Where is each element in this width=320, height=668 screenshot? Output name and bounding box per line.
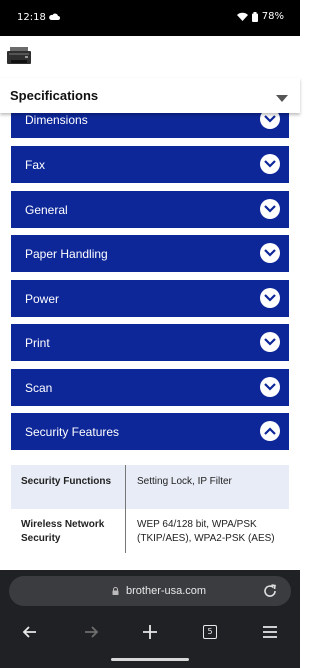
panel-label: General	[25, 203, 68, 217]
forward-arrow-icon[interactable]	[79, 620, 103, 644]
caret-down-icon[interactable]	[276, 95, 288, 102]
browser-toolbar: brother-usa.com 5	[0, 570, 300, 668]
printer-icon[interactable]	[7, 46, 31, 66]
security-features-table: Security Functions Setting Lock, IP Filt…	[11, 465, 289, 553]
panel-fax[interactable]: Fax	[11, 146, 289, 183]
panel-security-features[interactable]: Security Features	[11, 413, 289, 450]
panel-label: Dimensions	[25, 113, 88, 127]
panel-label: Print	[25, 336, 50, 350]
panel-scan[interactable]: Scan	[11, 369, 289, 406]
cloud-icon	[49, 13, 60, 20]
refresh-icon[interactable]	[262, 583, 278, 599]
panel-label: Scan	[25, 381, 53, 395]
table-row: Security Functions Setting Lock, IP Filt…	[11, 465, 289, 509]
chevron-up-icon[interactable]	[260, 421, 280, 441]
chevron-down-icon[interactable]	[260, 199, 280, 219]
url-bar[interactable]: brother-usa.com	[9, 576, 291, 606]
battery-percent: 78%	[261, 11, 284, 22]
status-bar: 12:18 78%	[0, 0, 300, 36]
chevron-down-icon[interactable]	[260, 288, 280, 308]
chevron-down-icon[interactable]	[260, 243, 280, 263]
wifi-icon	[236, 12, 248, 21]
specifications-title: Specifications	[10, 88, 99, 103]
battery-icon	[251, 11, 258, 22]
browser-nav-row: 5	[0, 620, 300, 644]
tab-count: 5	[203, 625, 217, 639]
back-arrow-icon[interactable]	[18, 620, 42, 644]
lock-icon	[112, 587, 119, 595]
gesture-bar	[111, 658, 189, 661]
chevron-down-icon[interactable]	[260, 377, 280, 397]
spec-key: Security Functions	[11, 465, 126, 509]
specifications-header[interactable]: Specifications	[0, 78, 300, 113]
panel-power[interactable]: Power	[11, 280, 289, 317]
panel-label: Paper Handling	[25, 247, 108, 261]
chevron-down-icon[interactable]	[260, 154, 280, 174]
spec-key: Wireless Network Security	[11, 509, 126, 553]
url-text: brother-usa.com	[126, 585, 207, 597]
new-tab-plus-icon[interactable]	[138, 620, 162, 644]
site-header	[0, 36, 300, 78]
panel-general[interactable]: General	[11, 191, 289, 228]
tab-switcher-button[interactable]: 5	[198, 620, 222, 644]
panel-paper-handling[interactable]: Paper Handling	[11, 235, 289, 272]
chevron-down-icon[interactable]	[260, 332, 280, 352]
panel-print[interactable]: Print	[11, 324, 289, 361]
panel-label: Power	[25, 292, 60, 306]
table-row: Wireless Network Security WEP 64/128 bit…	[11, 509, 289, 553]
status-right: 78%	[236, 11, 284, 22]
status-time: 12:18	[17, 12, 46, 23]
spec-value: Setting Lock, IP Filter	[137, 476, 232, 487]
panel-label: Security Features	[25, 425, 120, 439]
menu-icon[interactable]	[258, 620, 282, 644]
panel-label: Fax	[25, 158, 46, 172]
spec-value: WEP 64/128 bit, WPA/PSK (TKIP/AES), WPA2…	[137, 519, 275, 544]
